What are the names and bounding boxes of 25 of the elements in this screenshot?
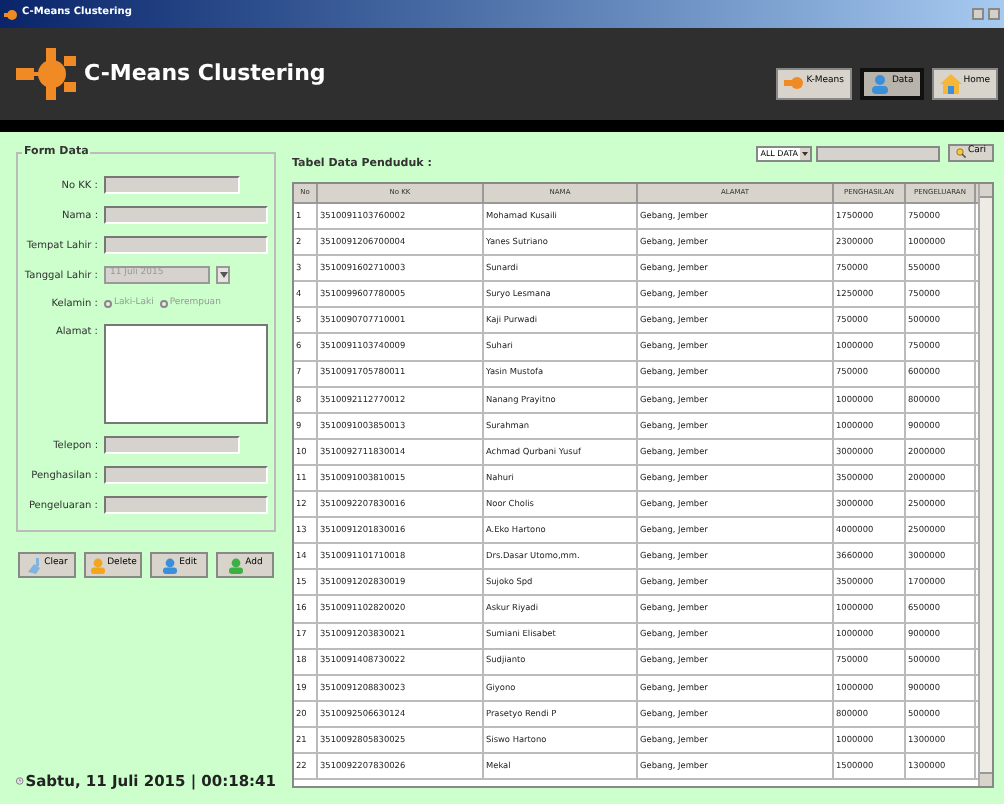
text-field[interactable] [104, 436, 240, 455]
broom-icon [26, 557, 43, 574]
cluster-icon [784, 74, 805, 92]
clock-icon [16, 771, 24, 790]
user-icon [161, 557, 178, 574]
home-icon [939, 73, 962, 93]
dropdown-arrow-icon [802, 152, 808, 156]
text-field[interactable] [104, 496, 268, 515]
scroll-bar[interactable] [978, 184, 992, 786]
app-title: C-Means Clustering [84, 57, 326, 90]
search-field[interactable] [816, 146, 940, 162]
maximize-button[interactable] [988, 8, 1000, 20]
cluster-logo-icon [16, 46, 76, 102]
user-icon [89, 557, 106, 574]
text-field[interactable] [104, 176, 240, 195]
address-textarea[interactable] [104, 324, 268, 425]
minimize-button[interactable] [972, 8, 984, 20]
text-field[interactable] [104, 206, 268, 225]
users-icon [869, 73, 890, 93]
user-icon [227, 557, 244, 574]
text-field[interactable] [104, 466, 268, 485]
search-icon [956, 148, 966, 158]
app-icon [4, 7, 18, 21]
text-field[interactable] [104, 236, 268, 255]
dropdown-arrow-icon[interactable] [216, 266, 230, 285]
